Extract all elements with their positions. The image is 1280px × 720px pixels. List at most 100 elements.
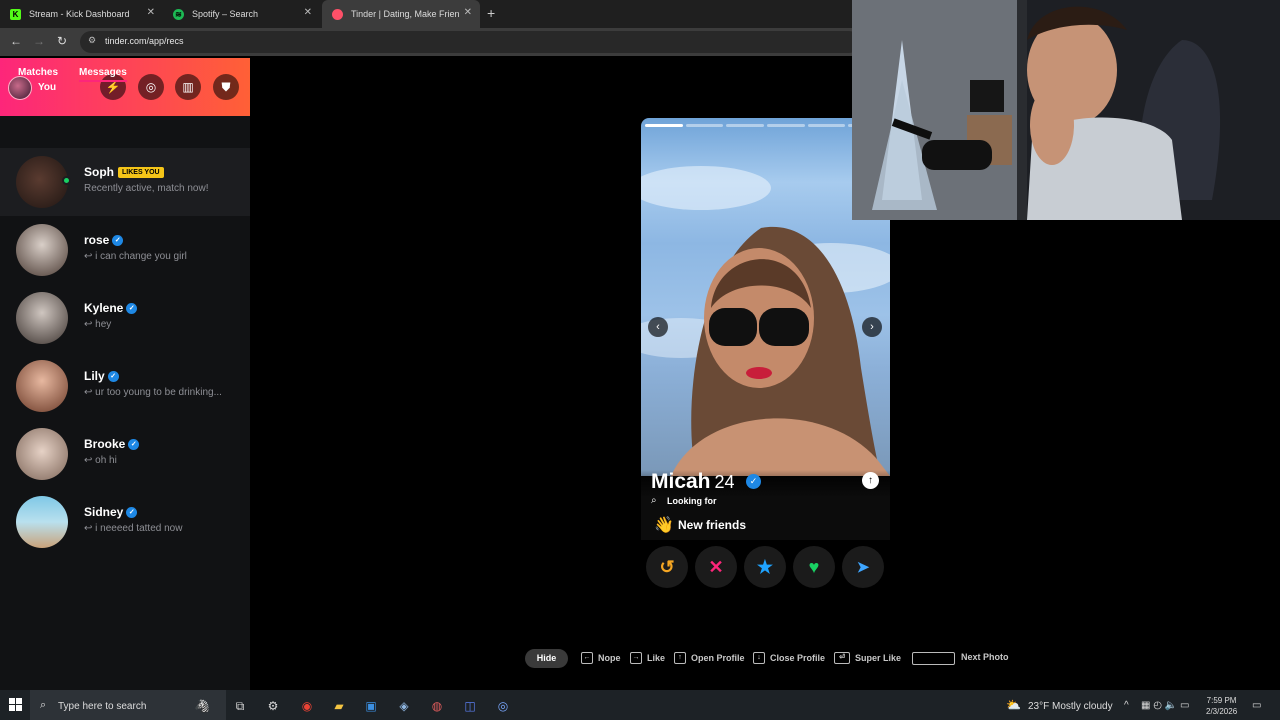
profile-name-text: Micah [651,470,711,493]
weather-text[interactable]: 23°F Mostly cloudy [1028,701,1113,712]
tab-spotify[interactable]: ≋ Spotify – Search ✕ [163,0,320,28]
avatar [16,156,68,208]
profile-label[interactable]: You [38,82,56,93]
profile-name[interactable]: Micah 24 [651,470,735,494]
windows-start-icon[interactable] [9,698,22,711]
forward-icon[interactable]: → [33,34,45,48]
list-item[interactable]: Sidney ✓ ↩ i neeeed tatted now [0,488,250,556]
boost-button[interactable]: ➤ [842,546,884,588]
clock[interactable]: 7:59 PM 2/3/2026 [1206,695,1237,717]
shortcut-label: Next Photo [961,652,1009,662]
store-icon[interactable]: ▣ [363,698,379,714]
likes-you-badge: LIKES YOU [118,167,164,179]
super-like-button[interactable]: ★ [744,546,786,588]
previous-photo-icon[interactable]: ‹ [648,317,668,337]
explore-icon[interactable]: ◎ [138,74,164,100]
photo-progress-segment [767,124,805,127]
reload-icon[interactable]: ↻ [57,34,67,48]
tab-title: Spotify – Search [192,9,259,19]
close-icon[interactable]: ✕ [304,7,312,18]
chevron-up-icon[interactable]: ^ [1124,700,1129,711]
rewind-icon: ↺ [659,556,675,577]
app-icon-2[interactable]: ◎ [495,698,511,714]
tab-title: Tinder | Dating, Make Friends & [351,9,459,19]
shortcut-label: Nope [598,653,621,663]
verified-icon: ✓ [746,474,761,489]
looking-for-label: Looking for [667,496,717,506]
close-icon[interactable]: ✕ [464,7,472,18]
shield-icon[interactable]: ⛊ [213,74,239,100]
back-icon[interactable]: ← [10,34,22,48]
message-name: Lily [84,369,105,383]
tab-messages[interactable]: Messages [79,67,127,82]
message-name: rose [84,233,110,247]
avatar [16,292,68,344]
list-item[interactable]: Kylene ✓ ↩ hey [0,284,250,352]
open-profile-icon[interactable]: ↑ [862,472,879,489]
tab-tinder[interactable]: Tinder | Dating, Make Friends & ✕ [322,0,480,28]
file-explorer-icon[interactable]: ▰ [331,698,347,714]
search-icon: ⌕ [40,699,47,711]
chrome-icon[interactable]: ◉ [299,698,315,714]
nope-button[interactable]: ✕ [695,546,737,588]
rewind-button[interactable]: ↺ [646,546,688,588]
close-icon: ✕ [708,556,724,577]
settings-icon[interactable]: ⚙ [265,698,281,714]
space-key-icon [912,652,955,665]
photo-progress-segment [645,124,683,127]
list-item[interactable]: Soph LIKES YOU Recently active, match now… [0,148,250,216]
message-name: Brooke [84,437,126,451]
obs-icon[interactable]: ◍ [429,698,445,714]
avatar[interactable] [8,76,32,100]
notification-icon[interactable]: ▭ [1252,700,1261,711]
tinder-icon [332,8,343,20]
message-preview: ↩ ur too young to be drinking... [84,387,222,398]
like-button[interactable]: ♥ [793,546,835,588]
clock-date: 2/3/2026 [1206,707,1238,716]
verified-icon: ✓ [107,371,119,383]
zebra-icon: 🦓 [194,699,210,713]
verified-icon: ✓ [126,303,138,315]
heart-icon: ♥ [808,556,820,577]
search-icon: ⌕ [651,495,657,506]
shortcut-next-photo: Next Photo [961,652,1009,662]
shortcut-label: Open Profile [691,653,745,663]
close-icon[interactable]: ✕ [147,7,155,18]
address-bar[interactable]: ⚙ tinder.com/app/recs [80,31,860,53]
avatar [16,428,68,480]
profile-age: 24 [714,472,735,492]
shortcut-label: Close Profile [770,653,826,663]
new-tab-button[interactable]: + [487,5,495,21]
steam-icon[interactable]: ◈ [396,698,412,714]
avatar [16,360,68,412]
shortcut-super-like: ⏎ Super Like [834,652,901,664]
list-item[interactable]: Brooke ✓ ↩ oh hi [0,420,250,488]
looking-for-value: New friends [678,518,747,532]
gift-icon[interactable]: ▥ [175,74,201,100]
tab-kick[interactable]: K Stream - Kick Dashboard ✕ [0,0,163,28]
taskbar-search-placeholder: Type here to search [58,701,147,712]
list-item[interactable]: rose ✓ ↩ i can change you girl [0,216,250,284]
shortcut-label: Like [647,653,666,663]
app-icon[interactable]: ◫ [462,698,478,714]
site-info-icon[interactable]: ⚙ [88,35,96,46]
webcam-overlay [852,0,1280,220]
online-status-indicator [62,176,71,185]
photo-progress-segment [807,124,846,127]
tray-icons[interactable]: ▦ ◴ 🔈 ▭ [1141,700,1189,711]
down-arrow-key-icon: ↓ [753,652,765,664]
left-arrow-key-icon: ← [581,652,593,664]
spotify-icon: ≋ [173,8,184,20]
message-name: Sidney [84,505,124,519]
enter-key-icon: ⏎ [834,652,850,664]
next-photo-icon[interactable]: › [862,317,882,337]
list-item[interactable]: Lily ✓ ↩ ur too young to be drinking... [0,352,250,420]
tab-title: Stream - Kick Dashboard [29,9,130,19]
keyboard-shortcuts-bar: Hide ← Nope → Like ↑ Open Profile ↓ Close Pr… [0,648,1280,670]
tab-matches[interactable]: Matches [18,67,58,78]
hide-shortcuts-button[interactable]: Hide [525,649,568,668]
message-preview: ↩ oh hi [84,455,117,466]
verified-icon: ✓ [126,507,138,519]
send-icon: ➤ [856,559,870,576]
task-view-icon[interactable]: ⧉ [232,698,248,714]
